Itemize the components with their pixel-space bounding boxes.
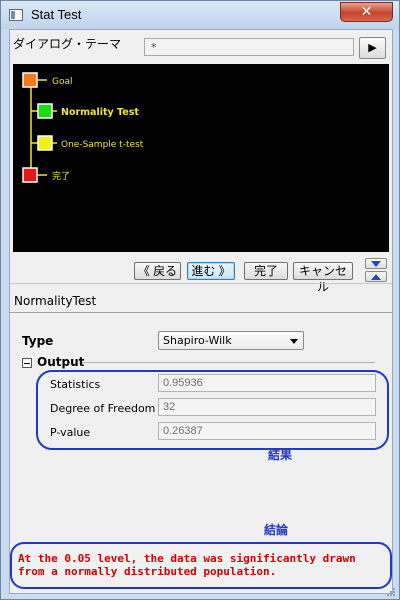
tree-node-label: Normality Test [61,107,139,118]
play-icon: ▶ [368,41,377,54]
dropdown-arrow-icon [290,339,298,344]
tree-node-one-sample-t-test[interactable]: One-Sample t-test [37,135,144,151]
p-value-label: P-value [50,426,91,439]
expand-down-button[interactable] [365,271,387,282]
section-name: NormalityTest [14,294,97,308]
cancel-button[interactable]: キャンセル [293,262,353,294]
wizard-tree-diagram: Goal Normality Test One-Sample t-test 完了 [22,72,144,183]
type-select[interactable]: Shapiro-Wilk [158,331,304,350]
divider [10,283,392,284]
type-select-value: Shapiro-Wilk [163,334,232,347]
output-group-label: Output [37,355,85,369]
title-bar[interactable]: Stat Test ✕ [1,1,399,29]
p-value-field[interactable] [158,422,376,440]
tree-node-goal[interactable]: Goal [22,72,73,88]
tree-node-label: One-Sample t-test [61,140,144,150]
degree-of-freedom-label: Degree of Freedom [50,402,156,415]
dialog-client-area: ダイアログ・テーマ ▶ Goal Normality Test [9,29,393,594]
theme-play-button[interactable]: ▶ [359,37,386,59]
tree-node-normality-test[interactable]: Normality Test [37,103,139,119]
app-icon [9,9,23,21]
conclusion-text: At the 0.05 level, the data was signific… [18,552,356,578]
divider [10,312,392,313]
close-button[interactable]: ✕ [340,2,393,22]
group-divider [82,362,375,363]
conclusion-annotation: 結論 [264,523,289,537]
dialog-theme-input[interactable] [144,38,354,56]
tree-node-label: Goal [52,77,73,87]
resize-grip-icon[interactable] [386,587,396,597]
results-annotation: 結果 [268,448,293,462]
statistics-label: Statistics [50,378,101,391]
tree-node-label: 完了 [52,170,70,182]
collapse-up-button[interactable] [365,258,387,269]
chevron-up-icon [371,274,381,280]
stat-test-window: Stat Test ✕ ダイアログ・テーマ ▶ Goal Norm [0,0,400,600]
finish-button[interactable]: 完了 [244,262,288,280]
degree-of-freedom-field[interactable] [158,398,376,416]
type-label: Type [22,334,54,348]
collapse-output-toggle[interactable] [22,358,32,368]
tree-node-finish[interactable]: 完了 [22,167,70,183]
chevron-down-icon [371,261,381,267]
dialog-theme-label: ダイアログ・テーマ [13,37,122,51]
next-button[interactable]: 進む 》 [187,262,235,280]
back-button[interactable]: 《 戻る [134,262,181,280]
wizard-tree-panel: Goal Normality Test One-Sample t-test 完了 [13,64,389,252]
statistics-field[interactable] [158,374,376,392]
window-title: Stat Test [31,7,82,22]
